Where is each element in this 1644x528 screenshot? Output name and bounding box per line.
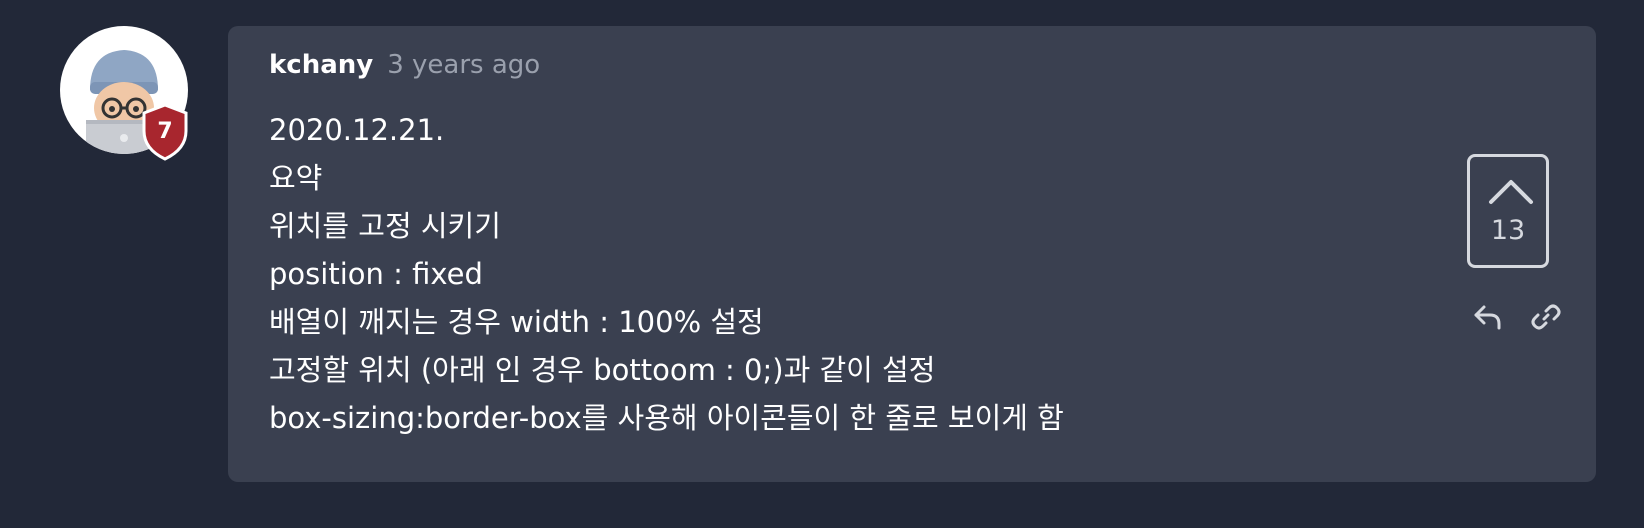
comment-line: position : fixed [269,257,483,291]
comment-header: kchany 3 years ago [269,50,540,90]
permalink-button[interactable] [1530,301,1562,333]
level-badge: 7 [140,103,190,161]
comment-line: box-sizing:border-box를 사용해 아이콘들이 한 줄로 보이… [269,401,1064,435]
chevron-up-icon [1489,180,1533,204]
comment-line: 배열이 깨지는 경우 width : 100% 설정 [269,305,764,339]
vote-count: 13 [1490,215,1526,246]
username[interactable]: kchany [269,50,373,80]
comment-body: 2020.12.21. 요약 위치를 고정 시키기 position : fix… [269,106,1419,442]
comment-line: 요약 [269,161,323,195]
reply-icon [1474,305,1501,330]
reply-button[interactable] [1472,301,1504,333]
timestamp[interactable]: 3 years ago [387,50,540,80]
comment-line: 위치를 고정 시키기 [269,209,501,243]
comment-card: kchany 3 years ago 2020.12.21. 요약 위치를 고정… [228,26,1596,482]
comment-line: 고정할 위치 (아래 인 경우 bottoom : 0;)과 같이 설정 [269,353,936,387]
link-icon [1531,304,1561,330]
user-avatar-block[interactable]: 7 [60,26,188,161]
badge-level: 7 [157,119,173,144]
comment-line: 2020.12.21. [269,113,445,147]
upvote-button[interactable]: 13 [1467,154,1549,268]
